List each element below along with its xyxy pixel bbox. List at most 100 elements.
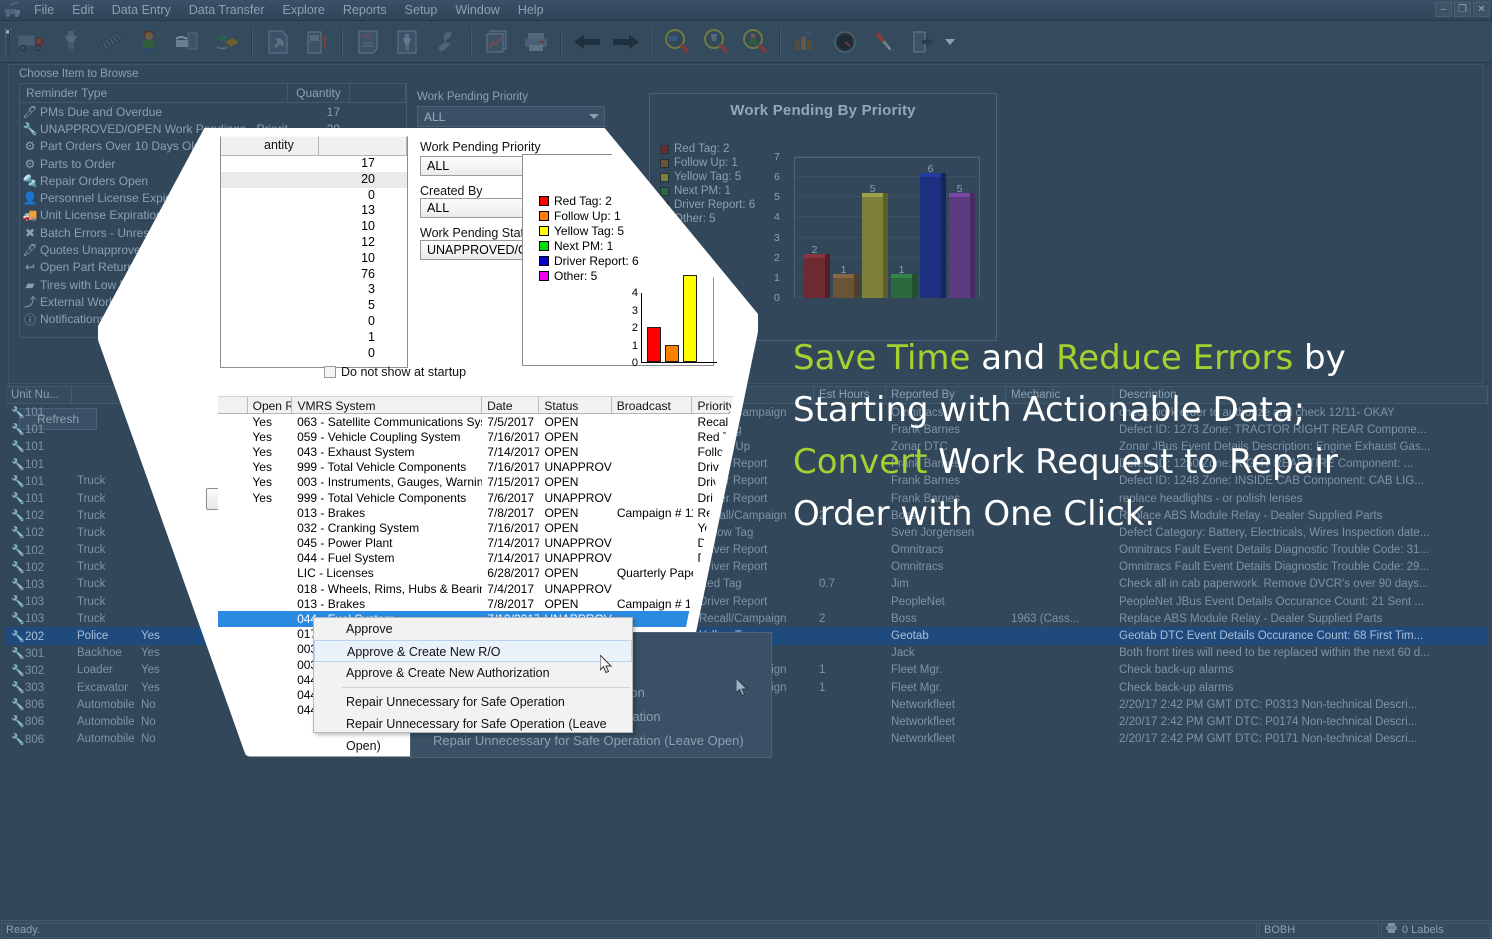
context-menu-item[interactable]: Repair Unnecessary for Safe Operation (L… bbox=[314, 713, 632, 753]
forward-arrow-icon[interactable] bbox=[607, 25, 644, 59]
menu-item-reports[interactable]: Reports bbox=[334, 1, 396, 19]
magnified-table-row[interactable]: 032 - Cranking System 7/16/2017 OPEN Yellow… bbox=[218, 520, 755, 535]
tire-icon[interactable] bbox=[91, 25, 128, 59]
magnified-table-row[interactable]: 013 - Brakes 7/8/2017 OPEN Campaign # 11...… bbox=[218, 596, 755, 611]
menu-item-window[interactable]: Window bbox=[446, 1, 508, 19]
cell-type: Automobile bbox=[77, 733, 135, 746]
bar-face bbox=[862, 197, 883, 298]
fuel-pump-icon[interactable] bbox=[298, 25, 335, 59]
col-broadcast-magnified[interactable]: Broadcast bbox=[612, 397, 693, 413]
magnified-table-row[interactable]: Yes 003 - Instruments, Gauges, Warning & … bbox=[218, 475, 755, 490]
context-menu-item[interactable]: Approve bbox=[314, 618, 632, 640]
part-icon[interactable] bbox=[388, 25, 425, 59]
magnified-quantity-row[interactable]: 10 bbox=[221, 219, 407, 235]
menu-item-data-entry[interactable]: Data Entry bbox=[103, 1, 180, 19]
find-person-icon[interactable] bbox=[736, 25, 773, 59]
col-quantity-magnified[interactable]: antity bbox=[259, 136, 319, 155]
col-extra-magnified[interactable] bbox=[319, 136, 407, 155]
col-blank-magnified[interactable] bbox=[218, 397, 248, 413]
wrench-icon[interactable] bbox=[427, 25, 464, 59]
repair-order-icon[interactable] bbox=[259, 25, 296, 59]
cell-status: OPEN bbox=[544, 414, 579, 429]
truck-icon[interactable] bbox=[13, 25, 50, 59]
magnified-quantity-row[interactable]: 0 bbox=[221, 346, 407, 362]
reminder-row[interactable]: 🖊 PMs Due and Overdue 17 bbox=[20, 103, 406, 120]
col-status-magnified[interactable]: Status bbox=[539, 397, 612, 413]
truck-icon: 🚚 bbox=[22, 208, 38, 223]
magnified-table-row[interactable]: Yes 059 - Vehicle Coupling System 7/16/201… bbox=[218, 429, 755, 444]
magnified-reminder-list[interactable]: antity 17 20 0 13 10 12 10 76 3 5 0 1 0 bbox=[220, 136, 408, 368]
magnified-quantity-row[interactable]: 20 bbox=[221, 171, 407, 188]
magnified-quantity-row[interactable]: 17 bbox=[221, 156, 407, 172]
menu-item-file[interactable]: File bbox=[25, 1, 63, 19]
col-vmrs-magnified[interactable]: VMRS System bbox=[292, 397, 483, 413]
checkbox-box[interactable] bbox=[324, 366, 336, 378]
context-menu-item[interactable]: Approve & Create New R/O bbox=[314, 640, 632, 662]
overflow-chevron-icon[interactable] bbox=[943, 25, 957, 59]
window-controls[interactable]: – ❐ ✕ bbox=[1435, 2, 1490, 17]
priority-filter-combo[interactable]: ALL bbox=[417, 106, 605, 127]
magnified-quantity-row[interactable]: 3 bbox=[221, 282, 407, 298]
menu-item-explore[interactable]: Explore bbox=[274, 1, 334, 19]
context-menu[interactable]: Approve Approve & Create New R/O Approve &… bbox=[313, 617, 633, 753]
magnified-table-row[interactable]: 045 - Power Plant7/14/2017UNAPPROVEDDriv… bbox=[218, 536, 755, 551]
cell-reported: Networkfleet bbox=[891, 715, 955, 728]
toolbar-grip[interactable]: ✕ bbox=[2, 25, 12, 59]
cell-desc: Check back-up alarms bbox=[1119, 681, 1234, 694]
exit-icon[interactable] bbox=[904, 25, 941, 59]
minimize-button[interactable]: – bbox=[1435, 2, 1452, 17]
main-toolbar[interactable]: ✕ PO bbox=[0, 21, 1492, 63]
magnified-table-row[interactable]: Yes 063 - Satellite Communications System… bbox=[218, 414, 755, 429]
col-quantity[interactable]: Quantity bbox=[288, 84, 350, 102]
find-part-icon[interactable] bbox=[697, 25, 734, 59]
gauge-icon[interactable] bbox=[826, 25, 863, 59]
magnified-table-row[interactable]: Yes 999 - Total Vehicle Components 7/16/20… bbox=[218, 460, 755, 475]
magnified-quantity-row[interactable]: 0 bbox=[221, 314, 407, 330]
person-icon[interactable] bbox=[130, 25, 167, 59]
back-arrow-icon[interactable] bbox=[568, 25, 605, 59]
purchase-order-icon[interactable]: PO bbox=[349, 25, 386, 59]
toolbar-close-icon[interactable]: ✕ bbox=[4, 27, 12, 38]
printer-icon[interactable] bbox=[517, 25, 554, 59]
magnified-quantity-row[interactable]: 1 bbox=[221, 330, 407, 346]
magnified-do-not-show-checkbox[interactable]: Do not show at startup bbox=[324, 365, 466, 379]
menu-item-edit[interactable]: Edit bbox=[63, 1, 103, 19]
magnified-quantity-row[interactable]: 0 bbox=[221, 188, 407, 204]
magnified-quantity-row[interactable]: 10 bbox=[221, 251, 407, 267]
context-menu-item[interactable]: Repair Unnecessary for Safe Operation bbox=[314, 691, 632, 713]
magnified-table-row[interactable]: LIC - Licenses 6/28/2017 OPEN Quarterly Pap… bbox=[218, 566, 755, 581]
error-icon: ✖ bbox=[24, 225, 36, 240]
col-open-ro-magnified[interactable]: Open RO bbox=[248, 397, 293, 413]
magnified-table-row[interactable]: 018 - Wheels, Rims, Hubs & Bearings 7/4/2… bbox=[218, 581, 755, 596]
magnified-quantity-row[interactable]: 13 bbox=[221, 203, 407, 219]
hand-document-icon[interactable] bbox=[169, 25, 206, 59]
chevron-down-icon[interactable] bbox=[589, 114, 599, 119]
col-unit-number[interactable]: Unit Nu... bbox=[6, 386, 72, 404]
context-menu-item[interactable]: Approve & Create New Authorization bbox=[314, 662, 632, 684]
menu-item-help[interactable]: Help bbox=[509, 1, 553, 19]
toolbar-separator bbox=[470, 27, 472, 56]
col-extra[interactable] bbox=[350, 84, 406, 102]
magnified-quantity-row[interactable]: 5 bbox=[221, 298, 407, 314]
cell-type bbox=[72, 463, 136, 465]
magnified-table-row[interactable]: Yes 043 - Exhaust System 7/14/2017 OPEN Foll… bbox=[218, 444, 755, 459]
magnified-table-row[interactable]: Yes 999 - Total Vehicle Components 7/6/201… bbox=[218, 490, 755, 505]
close-button[interactable]: ✕ bbox=[1473, 2, 1490, 17]
spark-plug-icon[interactable] bbox=[52, 25, 89, 59]
reports-icon[interactable] bbox=[478, 25, 515, 59]
restore-button[interactable]: ❐ bbox=[1454, 2, 1471, 17]
col-date-magnified[interactable]: Date bbox=[482, 397, 540, 413]
magnified-table-row[interactable]: 044 - Fuel System7/14/2017UNAPPROVEDDriv… bbox=[218, 551, 755, 566]
menu-item-data-transfer[interactable]: Data Transfer bbox=[180, 1, 274, 19]
find-unit-icon[interactable] bbox=[658, 25, 695, 59]
handshake-icon[interactable] bbox=[208, 25, 245, 59]
menu-item-setup[interactable]: Setup bbox=[396, 1, 447, 19]
screwdriver-icon[interactable] bbox=[865, 25, 902, 59]
menu-bar[interactable]: File Edit Data Entry Data Transfer Explo… bbox=[25, 0, 553, 21]
col-reminder-type[interactable]: Reminder Type bbox=[20, 84, 288, 102]
magnified-work-pending-grid[interactable]: Open RO VMRS System Date Status Broadcas… bbox=[218, 396, 756, 717]
fleet-icon[interactable] bbox=[787, 25, 824, 59]
magnified-quantity-row[interactable]: 76 bbox=[221, 267, 407, 283]
magnified-quantity-row[interactable]: 12 bbox=[221, 235, 407, 251]
magnified-table-row[interactable]: 013 - Brakes 7/8/2017 OPEN Campaign # 11...… bbox=[218, 505, 755, 520]
